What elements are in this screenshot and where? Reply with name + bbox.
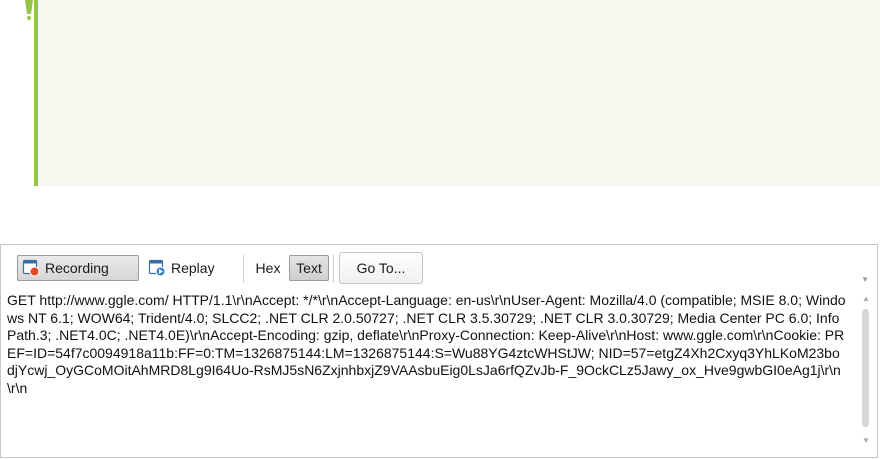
toolbar-separator	[243, 255, 244, 283]
hex-view-button[interactable]: Hex	[250, 255, 286, 281]
hex-label: Hex	[255, 260, 281, 276]
toolbar-separator	[333, 255, 334, 283]
goto-label: Go To...	[356, 260, 406, 276]
note-marker-icon	[24, 0, 34, 20]
note-box	[34, 0, 880, 186]
scroll-thumb[interactable]	[862, 309, 869, 427]
goto-button[interactable]: Go To...	[339, 252, 423, 284]
scroll-up-icon[interactable]: ▲	[861, 295, 871, 303]
page: Recording Replay Hex Text Go To... ▼ GET…	[0, 0, 880, 459]
text-label: Text	[296, 260, 322, 276]
text-view-button[interactable]: Text	[289, 255, 329, 281]
replay-button[interactable]: Replay	[144, 255, 236, 281]
request-panel: Recording Replay Hex Text Go To... ▼ GET…	[0, 244, 878, 458]
recording-label: Recording	[45, 260, 109, 276]
vertical-scrollbar[interactable]: ▲ ▼	[861, 295, 871, 445]
request-text-content[interactable]: GET http://www.ggle.com/ HTTP/1.1\r\nAcc…	[1, 289, 853, 439]
replay-label: Replay	[171, 260, 215, 276]
replay-icon	[148, 259, 166, 277]
recording-button[interactable]: Recording	[17, 255, 139, 281]
toolbar-scroll-down-icon[interactable]: ▼	[861, 275, 869, 284]
toolbar: Recording Replay Hex Text Go To... ▼	[1, 245, 877, 289]
scroll-down-icon[interactable]: ▼	[861, 437, 871, 445]
record-icon	[22, 259, 40, 277]
